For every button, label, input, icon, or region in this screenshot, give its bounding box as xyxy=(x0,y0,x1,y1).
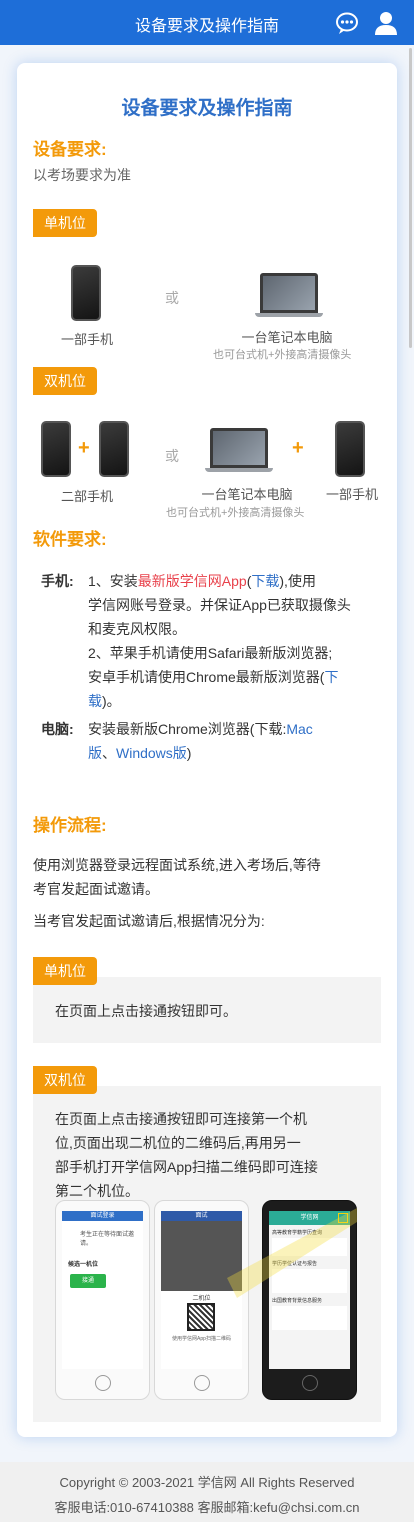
pc-requirement-key: 电脑: xyxy=(41,721,74,737)
windows-download-link[interactable]: Windows版 xyxy=(116,745,187,761)
phone-image xyxy=(335,421,365,477)
dual-or-text: 或 xyxy=(165,448,179,464)
phone-image xyxy=(41,421,71,477)
plus-sign: + xyxy=(78,437,90,459)
mac-download-link[interactable]: Mac xyxy=(286,721,312,737)
phone-mockup-call: 面试登录 考生正在等待面试邀请。 候选一机位 接通 xyxy=(55,1200,150,1400)
dual-laptop-sub: 也可台式机+外接高清摄像头 xyxy=(166,507,305,519)
dual-position-tag: 双机位 xyxy=(33,367,97,395)
guide-card: 设备要求及操作指南 设备要求: 以考场要求为准 单机位 一部手机 或 一台笔记本… xyxy=(17,63,397,1437)
mock-accept-button: 接通 xyxy=(70,1274,106,1288)
dual-phones-label: 二部手机 xyxy=(60,489,113,504)
footer-contact: 客服电话:010-67410388 客服邮箱:kefu@chsi.com.cn xyxy=(54,1500,360,1515)
pc-requirement-text: 安装最新版Chrome浏览器(下载:Mac 版、Windows版) xyxy=(88,721,313,761)
laptop-image xyxy=(205,428,273,472)
phone-requirement-key: 手机: xyxy=(41,573,74,589)
chrome-download-link-cont[interactable]: 载 xyxy=(88,693,102,709)
chat-bubble-icon[interactable] xyxy=(334,10,360,36)
footer: Copyright © 2003-2021 学信网 All Rights Res… xyxy=(0,1462,414,1522)
device-note: 以考场要求为准 xyxy=(33,167,131,183)
single-process-text: 在页面上点击接通按钮即可。 xyxy=(55,1003,237,1019)
footer-copyright: Copyright © 2003-2021 学信网 All Rights Res… xyxy=(59,1475,355,1490)
device-heading: 设备要求: xyxy=(33,140,107,159)
dual-process-text: 在页面上点击接通按钮即可连接第一个机 位,页面出现二机位的二维码后,再用另一 部… xyxy=(55,1111,318,1199)
dual-phone-label: 一部手机 xyxy=(325,487,378,502)
dual-process-tag: 双机位 xyxy=(33,1066,97,1094)
qr-code-icon xyxy=(187,1303,215,1331)
single-process-tag: 单机位 xyxy=(33,957,97,985)
single-position-tag: 单机位 xyxy=(33,209,97,237)
single-phone-label: 一部手机 xyxy=(60,332,113,347)
software-heading: 软件要求: xyxy=(33,530,107,549)
app-name-highlight: 最新版学信网App xyxy=(137,573,247,589)
card-title: 设备要求及操作指南 xyxy=(121,98,293,119)
chrome-download-link[interactable]: 下 xyxy=(324,669,338,685)
laptop-image xyxy=(255,273,323,317)
scrollbar[interactable] xyxy=(409,48,412,348)
dual-laptop-label: 一台笔记本电脑 xyxy=(201,487,293,502)
user-icon[interactable] xyxy=(373,10,399,36)
process-heading: 操作流程: xyxy=(33,816,107,835)
phone-image xyxy=(99,421,129,477)
plus-sign: + xyxy=(292,437,304,459)
process-cases-text: 当考官发起面试邀请后,根据情况分为: xyxy=(33,913,265,929)
app-download-link[interactable]: 下载 xyxy=(251,573,279,589)
single-laptop-label: 一台笔记本电脑 xyxy=(241,330,333,345)
process-intro: 使用浏览器登录远程面试系统,进入考场后,等待 考官发起面试邀请。 xyxy=(33,857,321,897)
single-or-text: 或 xyxy=(165,290,179,306)
phone-requirement-text: 1、安装最新版学信网App(下载),使用 学信网账号登录。并保证App已获取摄像… xyxy=(88,573,351,709)
top-bar: 设备要求及操作指南 xyxy=(0,0,414,45)
phone-image xyxy=(71,265,101,321)
single-laptop-sub: 也可台式机+外接高清摄像头 xyxy=(213,349,352,361)
scan-beam xyxy=(227,1208,357,1298)
